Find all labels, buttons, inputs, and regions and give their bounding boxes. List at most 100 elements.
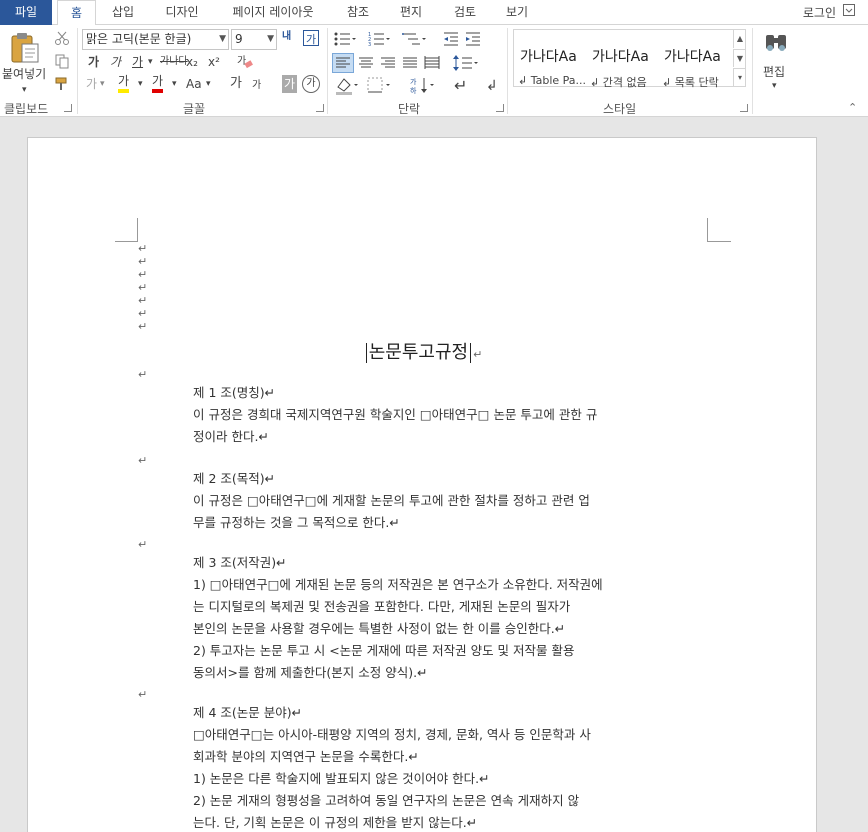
style-list-paragraph[interactable]: 가나다Aa ↲ 목록 단락 bbox=[658, 36, 730, 92]
character-shading-button[interactable]: 가 bbox=[282, 75, 298, 93]
strikethrough-button[interactable]: 가나다 bbox=[160, 53, 188, 71]
group-label-styles: 스타일 bbox=[603, 102, 637, 116]
clear-formatting-icon[interactable]: 가 bbox=[236, 52, 254, 74]
tab-design[interactable]: 디자인 bbox=[160, 0, 204, 25]
sort-icon[interactable]: 가하 bbox=[410, 75, 436, 99]
binoculars-icon[interactable] bbox=[763, 29, 789, 59]
text-effects-dropdown-icon[interactable]: ▾ bbox=[100, 75, 105, 93]
article-body-line[interactable]: 본인의 논문을 사용할 경우에는 특별한 사정이 없는 한 이를 승인한다.↵ bbox=[193, 618, 565, 640]
highlight-button[interactable]: 가 bbox=[118, 73, 130, 93]
article-heading[interactable]: 제 3 조(저작권)↵ bbox=[193, 552, 287, 574]
tab-mailings[interactable]: 편지 bbox=[396, 0, 426, 25]
article-body-line[interactable]: 2) 논문 게재의 형평성을 고려하여 동일 연구자의 논문은 연속 게재하지 … bbox=[193, 790, 579, 812]
document-page[interactable]: ↵ ↵ ↵ ↵ ↵ ↵ ↵ 논문투고규정 ↵ ↵ 제 1 조(명칭)↵ 이 규정은… bbox=[27, 137, 817, 832]
article-heading[interactable]: 제 2 조(목적)↵ bbox=[193, 468, 275, 490]
article-body-line[interactable]: 이 규정은 경희대 국제지역연구원 학술지인 □아태연구□ 논문 투고에 관한 … bbox=[193, 404, 597, 426]
tab-page-layout[interactable]: 페이지 레이아웃 bbox=[226, 0, 320, 25]
change-case-button[interactable]: Aa bbox=[186, 75, 202, 93]
font-name-value: 맑은 고딕(본문 한글) bbox=[86, 32, 192, 46]
paragraph-mark: ↵ bbox=[138, 307, 148, 320]
group-divider bbox=[507, 28, 508, 114]
change-case-dropdown-icon[interactable]: ▾ bbox=[206, 75, 211, 93]
align-left-icon[interactable] bbox=[332, 53, 354, 73]
font-color-dropdown-icon[interactable]: ▾ bbox=[172, 75, 177, 93]
account-menu-icon[interactable] bbox=[842, 3, 856, 20]
document-area: ↵ ↵ ↵ ↵ ↵ ↵ ↵ 논문투고규정 ↵ ↵ 제 1 조(명칭)↵ 이 규정은… bbox=[0, 117, 868, 832]
cut-icon[interactable] bbox=[54, 30, 70, 50]
multilevel-list-icon[interactable] bbox=[402, 31, 426, 51]
article-body-line[interactable]: 정이라 한다.↵ bbox=[193, 426, 269, 448]
highlight-dropdown-icon[interactable]: ▾ bbox=[138, 75, 143, 93]
superscript-button[interactable]: x² bbox=[208, 53, 220, 71]
character-border-icon[interactable]: 가 bbox=[302, 29, 320, 51]
document-title[interactable]: 논문투고규정 ↵ bbox=[28, 338, 818, 364]
article-body-line[interactable]: 동의서>를 함께 제출한다(본지 소정 양식).↵ bbox=[193, 662, 428, 684]
subscript-button[interactable]: x₂ bbox=[186, 53, 198, 71]
tab-review[interactable]: 검토 bbox=[450, 0, 480, 25]
article-body-line[interactable]: 는 디지털로의 복제권 및 전송권을 포함한다. 다만, 게재된 논문의 필자가 bbox=[193, 596, 570, 618]
font-name-combobox[interactable]: 맑은 고딕(본문 한글) ▼ bbox=[82, 29, 229, 50]
tab-home[interactable]: 홈 bbox=[57, 0, 96, 26]
grow-font-button[interactable]: 가 bbox=[230, 75, 242, 93]
article-body-line[interactable]: □아태연구□는 아시아-태평양 지역의 정치, 경제, 문화, 역사 등 인문학… bbox=[193, 724, 591, 746]
style-sample: 가나다Aa bbox=[520, 49, 577, 65]
font-size-combobox[interactable]: 9 ▼ bbox=[231, 29, 277, 50]
tab-references[interactable]: 참조 bbox=[343, 0, 373, 25]
clipboard-launcher-icon[interactable] bbox=[64, 104, 72, 112]
styles-launcher-icon[interactable] bbox=[740, 104, 748, 112]
align-center-icon[interactable] bbox=[356, 54, 376, 76]
article-body-line[interactable]: 는다. 단, 기획 논문은 이 규정의 제한을 받지 않는다.↵ bbox=[193, 812, 477, 832]
bullets-icon[interactable] bbox=[334, 31, 356, 51]
asian-layout-icon[interactable]: ↲ bbox=[484, 75, 502, 99]
gallery-scroll-down-icon[interactable]: ▼ bbox=[733, 49, 746, 67]
article-body-line[interactable]: 1) 논문은 다른 학술지에 발표되지 않은 것이어야 한다.↵ bbox=[193, 768, 490, 790]
font-launcher-icon[interactable] bbox=[316, 104, 324, 112]
shrink-font-button[interactable]: 가 bbox=[252, 77, 261, 95]
gallery-scroll-up-icon[interactable]: ▲ bbox=[733, 30, 746, 48]
article-body-line[interactable]: 2) 투고자는 논문 투고 시 <논문 게재에 따른 저작권 양도 및 저작물 … bbox=[193, 640, 575, 662]
article-body-line[interactable]: 1) □아태연구□에 게재된 논문 등의 저작권은 본 연구소가 소유한다. 저… bbox=[193, 574, 603, 596]
underline-dropdown-icon[interactable]: ▾ bbox=[148, 53, 153, 71]
distributed-icon[interactable] bbox=[422, 54, 442, 76]
article-body-line[interactable]: 이 규정은 □아태연구□에 게재할 논문의 투고에 관한 절차를 정하고 관련 … bbox=[193, 490, 590, 512]
style-no-spacing[interactable]: 가나다Aa ↲ 간격 없음 bbox=[586, 36, 658, 92]
editing-dropdown-icon[interactable]: ▾ bbox=[772, 77, 777, 95]
article-body-line[interactable]: 무를 규정하는 것을 그 목적으로 한다.↵ bbox=[193, 512, 400, 534]
format-painter-icon[interactable] bbox=[54, 76, 70, 96]
article-heading[interactable]: 제 4 조(논문 분야)↵ bbox=[193, 702, 302, 724]
paste-dropdown-icon[interactable]: ▾ bbox=[22, 81, 27, 99]
numbering-icon[interactable]: 123 bbox=[368, 31, 390, 51]
enclose-characters-button[interactable]: 가 bbox=[302, 75, 320, 93]
increase-indent-icon[interactable] bbox=[464, 31, 482, 51]
gallery-more-icon[interactable]: ▾ bbox=[733, 68, 746, 86]
justify-icon[interactable] bbox=[400, 54, 420, 76]
article-body-line[interactable]: 회과학 분야의 지역연구 논문을 수록한다.↵ bbox=[193, 746, 419, 768]
phonetic-guide-button[interactable]: 내 bbox=[282, 28, 291, 46]
italic-button[interactable]: 가 bbox=[110, 53, 121, 71]
shading-icon[interactable] bbox=[334, 75, 360, 99]
decrease-indent-icon[interactable] bbox=[442, 31, 460, 51]
borders-icon[interactable] bbox=[366, 76, 392, 98]
tab-view[interactable]: 보기 bbox=[502, 0, 532, 25]
svg-text:3: 3 bbox=[368, 42, 371, 47]
collapse-ribbon-icon[interactable]: ⌃ bbox=[848, 99, 857, 117]
article-heading[interactable]: 제 1 조(명칭)↵ bbox=[193, 382, 275, 404]
paste-icon[interactable] bbox=[8, 30, 40, 68]
underline-button[interactable]: 가 bbox=[132, 53, 143, 71]
svg-text:가: 가 bbox=[237, 55, 246, 67]
paragraph-launcher-icon[interactable] bbox=[496, 104, 504, 112]
bold-button[interactable]: 가 bbox=[88, 53, 99, 71]
svg-text:하: 하 bbox=[410, 86, 417, 95]
tab-insert[interactable]: 삽입 bbox=[108, 0, 138, 25]
copy-icon[interactable] bbox=[54, 53, 70, 73]
font-color-button[interactable]: 가 bbox=[152, 73, 164, 93]
login-link[interactable]: 로그인 bbox=[803, 4, 836, 21]
show-hide-marks-icon[interactable]: ↵ bbox=[452, 75, 472, 99]
line-spacing-icon[interactable] bbox=[452, 53, 478, 77]
group-label-clipboard: 클립보드 bbox=[4, 102, 49, 116]
style-table-paragraph[interactable]: 가나다Aa ↲ Table Pa... bbox=[514, 36, 586, 92]
align-right-icon[interactable] bbox=[378, 54, 398, 76]
svg-text:가: 가 bbox=[306, 33, 316, 46]
tab-file[interactable]: 파일 bbox=[0, 0, 52, 25]
text-effects-button[interactable]: 가 bbox=[86, 75, 97, 93]
